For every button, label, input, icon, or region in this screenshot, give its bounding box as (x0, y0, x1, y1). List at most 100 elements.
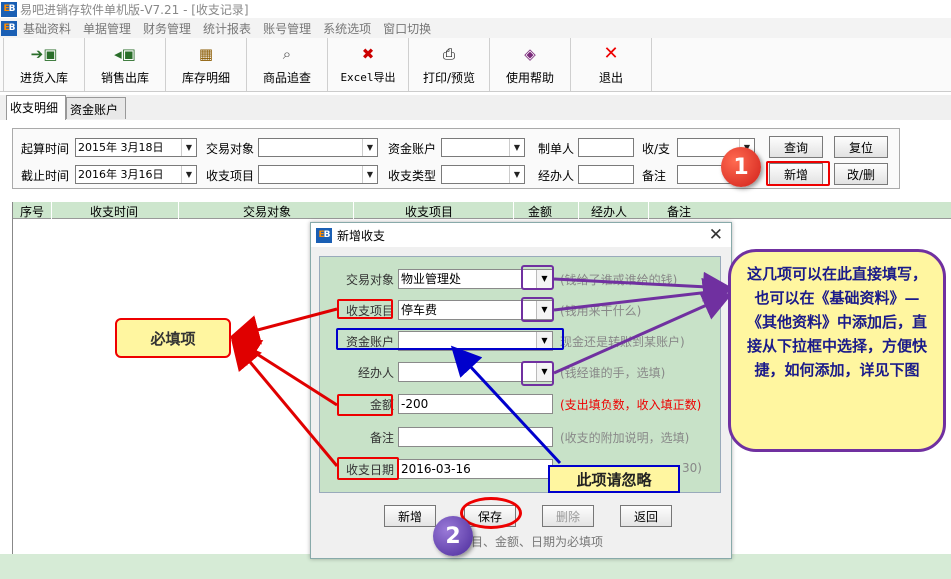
handler-label: 经办人 (538, 169, 575, 183)
inventory-button[interactable]: ▦ 库存明细 (166, 38, 247, 91)
col-remark[interactable]: 备注 (667, 203, 691, 220)
col-time[interactable]: 收支时间 (90, 203, 138, 220)
query-button[interactable]: 查询 (769, 136, 823, 158)
field-remark: 备注 (收支的附加说明，选填) (320, 427, 720, 447)
field-hint: (钱给了谁或谁给的钱) (560, 273, 678, 287)
dialog-title-bar: EB 新增收支 ✕ (311, 223, 731, 247)
toolbar: ➔▣ 进货入库 ◂▣ 销售出库 ▦ 库存明细 ⌕ 商品追查 ✖ Excel导出 ⎙ 打印/预… (0, 38, 951, 92)
field-party: 交易对象 物业管理处 ▼ (钱给了谁或谁给的钱) (320, 269, 720, 289)
account-label: 资金账户 (388, 142, 437, 156)
col-party[interactable]: 交易对象 (243, 203, 291, 220)
product-trace-button[interactable]: ⌕ 商品追查 (247, 38, 328, 91)
tab-income-expense-detail[interactable]: 收支明细 (6, 95, 66, 120)
tab-strip: 收支明细 资金账户 (0, 95, 951, 120)
menu-reports[interactable]: 统计报表 (203, 20, 251, 37)
reset-button[interactable]: 复位 (834, 136, 888, 158)
col-handler[interactable]: 经办人 (591, 203, 627, 220)
help-button[interactable]: ◈ 使用帮助 (490, 38, 571, 91)
chevron-down-icon[interactable]: ▼ (362, 139, 377, 156)
highlight-party-dropdown (521, 265, 554, 290)
end-date-value: 2016年 3月16日 (78, 168, 164, 181)
sale-out-button[interactable]: ◂▣ 销售出库 (85, 38, 166, 91)
highlight-date-label (337, 457, 399, 480)
highlight-account-field (336, 328, 564, 350)
close-icon[interactable]: ✕ (709, 225, 723, 245)
item-label: 收支项目 (206, 169, 255, 183)
field-hint: (支出填负数，收入填正数) (560, 398, 702, 412)
exit-icon: ✕ (603, 42, 619, 64)
highlight-amount-label (337, 394, 393, 416)
stock-in-label: 进货入库 (19, 70, 68, 85)
type-label: 收支类型 (388, 169, 437, 183)
menu-documents[interactable]: 单据管理 (83, 20, 131, 37)
menu-window[interactable]: 窗口切换 (383, 20, 431, 37)
field-hint: (钱经谁的手，选填) (560, 366, 666, 380)
date-input[interactable]: 2016-03-16 (398, 459, 553, 479)
item-select[interactable]: ▼ (258, 165, 378, 184)
party-value: 物业管理处 (401, 272, 462, 286)
amount-input[interactable]: -200 (398, 394, 553, 414)
stock-in-icon: ➔▣ (30, 44, 58, 63)
inout-label: 收/支 (642, 142, 671, 156)
party-select[interactable]: ▼ (258, 138, 378, 157)
excel-export-button[interactable]: ✖ Excel导出 (328, 38, 409, 91)
product-trace-icon: ⌕ (282, 44, 292, 63)
highlight-handler-dropdown (521, 361, 554, 386)
start-time-label: 起算时间 (21, 142, 70, 156)
product-trace-label: 商品追查 (262, 70, 311, 85)
col-separator (648, 202, 649, 219)
menu-accounts[interactable]: 账号管理 (263, 20, 311, 37)
col-amount[interactable]: 金额 (528, 203, 552, 220)
chevron-down-icon[interactable]: ▼ (509, 139, 524, 156)
dialog-back-button[interactable]: 返回 (620, 505, 672, 527)
tip-callout: 这几项可以在此直接填写，也可以在《基础资料》—《其他资料》中添加后，直接从下拉框… (728, 249, 946, 452)
end-time-label: 截止时间 (21, 169, 70, 183)
col-separator (578, 202, 579, 219)
col-separator (353, 202, 354, 219)
col-index[interactable]: 序号 (20, 203, 44, 220)
exit-button[interactable]: ✕ 退出 (571, 38, 652, 91)
title-bar: EB 易吧进销存软件单机版-V7.21 - [收支记录] (0, 0, 951, 18)
field-handler: 经办人 ▼ (钱经谁的手，选填) (320, 362, 720, 382)
field-label: 交易对象 (345, 273, 394, 287)
account-select[interactable]: ▼ (441, 138, 525, 157)
dialog-add-button[interactable]: 新增 (384, 505, 436, 527)
start-date-picker[interactable]: 2015年 3月18日 ▼ (75, 138, 197, 157)
step-2-badge: 2 (433, 516, 473, 556)
chevron-down-icon[interactable]: ▼ (509, 166, 524, 183)
menu-finance[interactable]: 财务管理 (143, 20, 191, 37)
exit-label: 退出 (598, 70, 623, 85)
end-date-picker[interactable]: 2016年 3月16日 ▼ (75, 165, 197, 184)
col-item[interactable]: 收支项目 (405, 203, 453, 220)
inventory-icon: ▦ (198, 44, 214, 63)
field-hint: (收支的附加说明，选填) (560, 431, 690, 445)
dialog-required-note: 目、金额、日期为必填项 (471, 535, 604, 549)
handler-input[interactable] (578, 165, 634, 184)
inventory-label: 库存明细 (181, 70, 230, 85)
party-label: 交易对象 (206, 142, 255, 156)
sale-out-icon: ◂▣ (114, 44, 136, 63)
remark-input[interactable] (398, 427, 553, 447)
ignore-callout: 此项请忽略 (548, 465, 680, 493)
chevron-down-icon[interactable]: ▼ (362, 166, 377, 183)
required-callout: 必填项 (115, 318, 231, 358)
print-label: 打印/预览 (422, 70, 476, 85)
chevron-down-icon[interactable]: ▼ (181, 139, 196, 156)
start-date-value: 2015年 3月18日 (78, 141, 164, 154)
type-select[interactable]: ▼ (441, 165, 525, 184)
stock-in-button[interactable]: ➔▣ 进货入库 (3, 38, 85, 91)
maker-input[interactable] (578, 138, 634, 157)
item-value: 停车费 (401, 303, 438, 317)
tab-fund-accounts[interactable]: 资金账户 (66, 97, 126, 119)
maker-label: 制单人 (538, 142, 575, 156)
menu-options[interactable]: 系统选项 (323, 20, 371, 37)
sale-out-label: 销售出库 (100, 70, 149, 85)
amount-value: -200 (401, 397, 429, 411)
chevron-down-icon[interactable]: ▼ (181, 166, 196, 183)
print-button[interactable]: ⎙ 打印/预览 (409, 38, 490, 91)
highlight-add-button (766, 161, 830, 186)
menu-basic-data[interactable]: 基础资料 (23, 20, 71, 37)
menu-bar: EB 基础资料 单据管理 财务管理 统计报表 账号管理 系统选项 窗口切换 (0, 18, 951, 38)
dialog-delete-button[interactable]: 删除 (542, 505, 594, 527)
edit-delete-button[interactable]: 改/删 (834, 163, 888, 185)
